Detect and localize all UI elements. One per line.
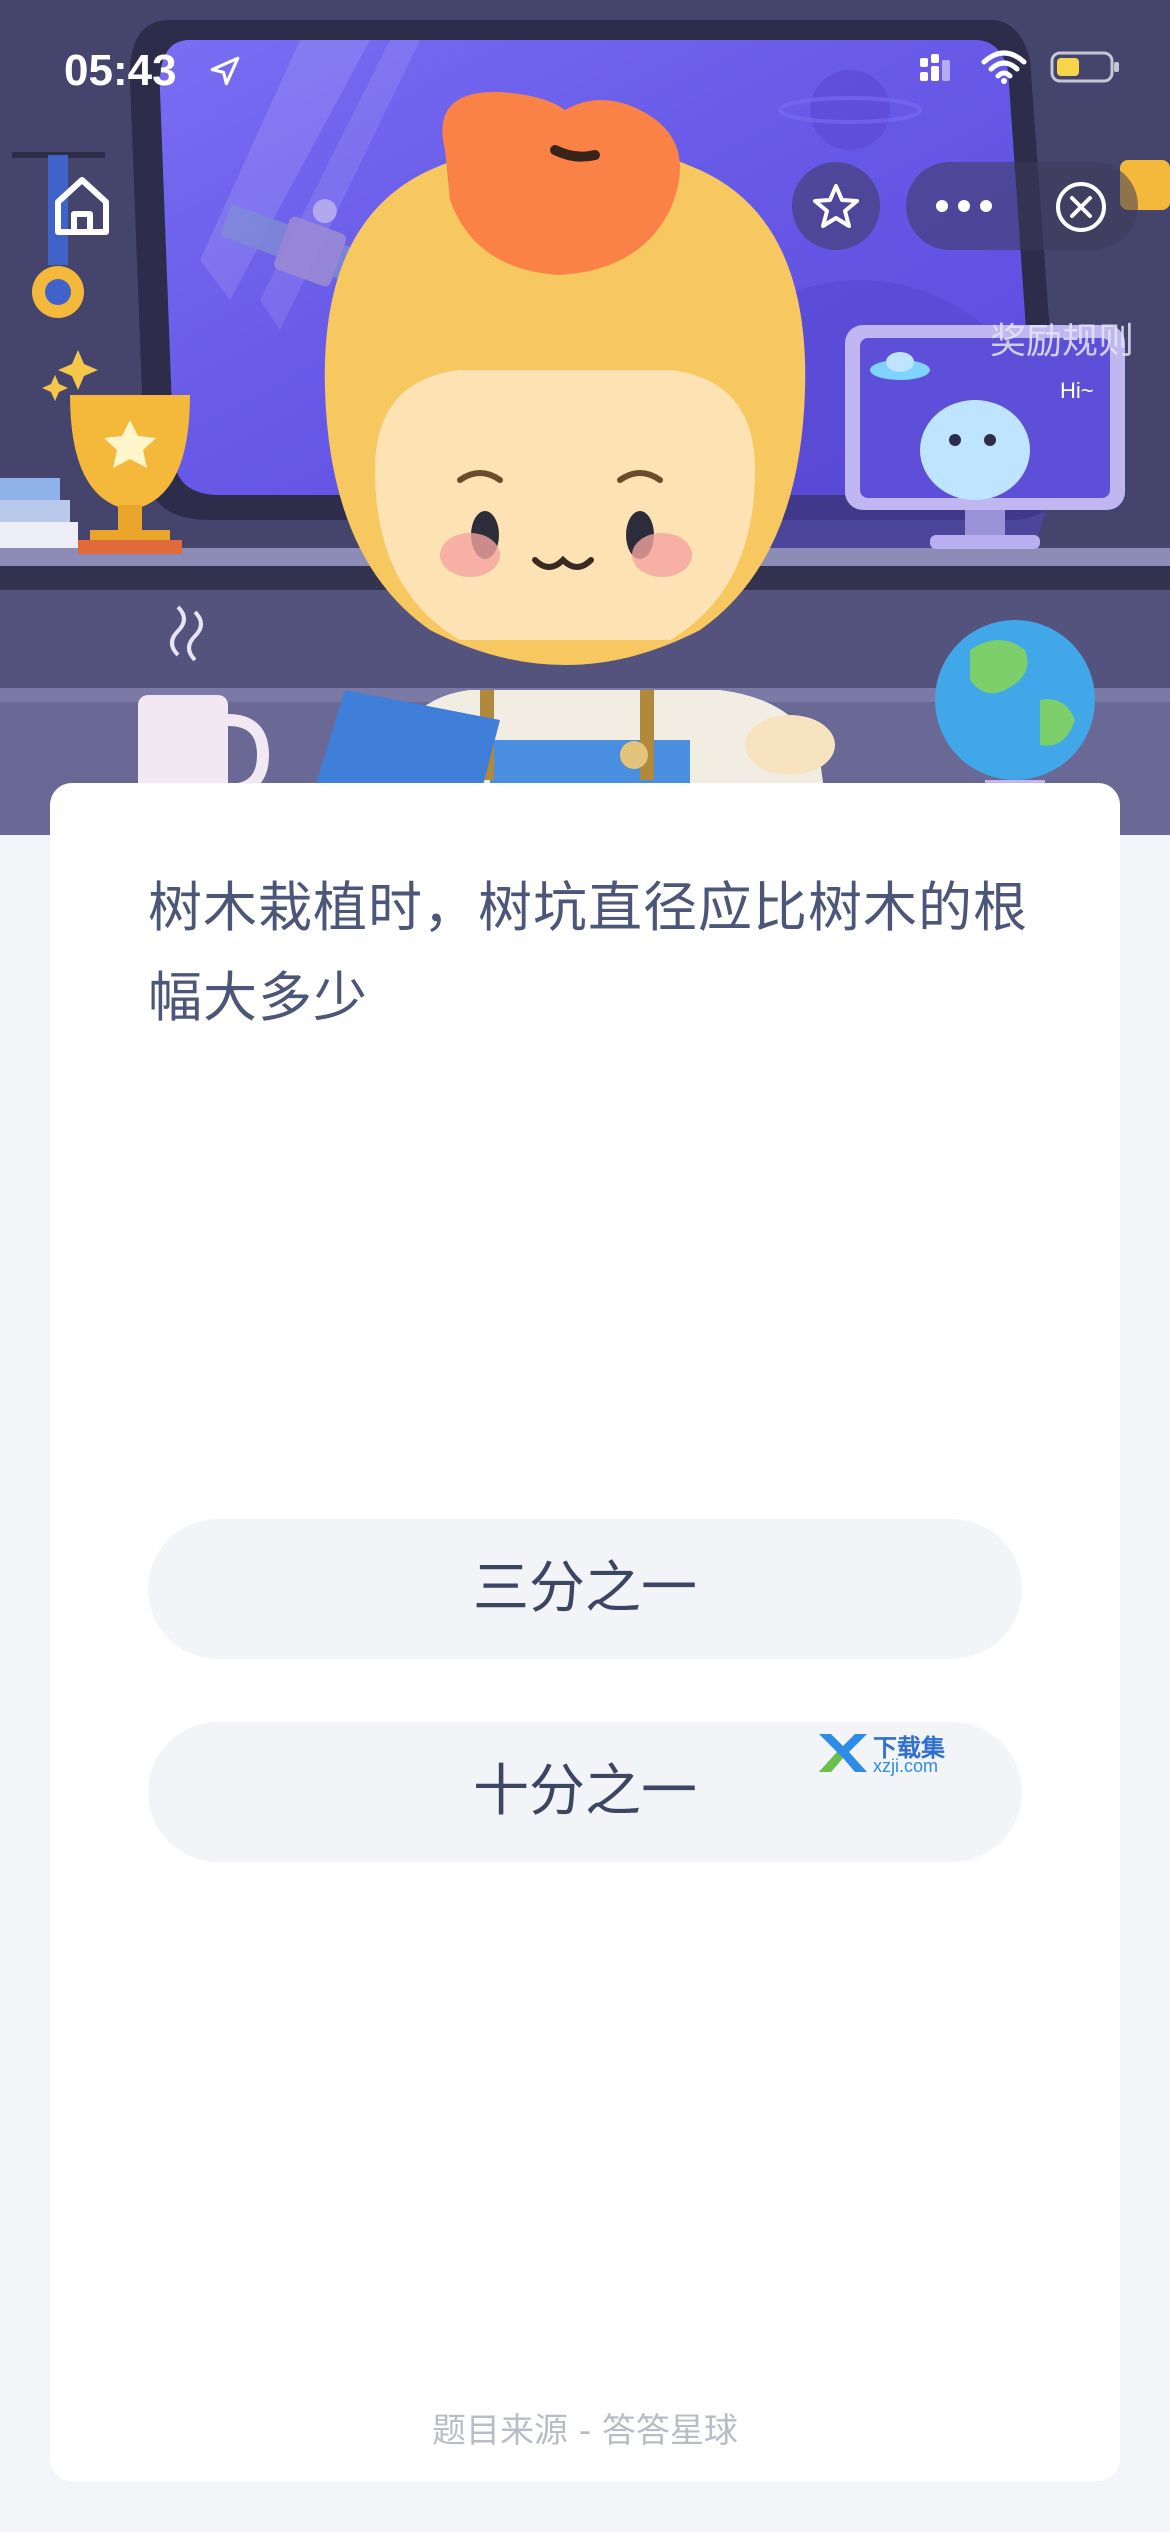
home-button[interactable]	[44, 168, 120, 244]
status-time: 05:43	[64, 46, 177, 95]
question-text: 树木栽植时，树坑直径应比树木的根幅大多少	[148, 876, 1028, 1029]
hero-illustration: Hi~ 05:43 奖励规则	[0, 0, 1170, 835]
location-arrow-icon	[208, 54, 242, 92]
status-bar: 05:43	[0, 0, 1170, 150]
svg-text:Hi~: Hi~	[1060, 378, 1094, 403]
mini-program-capsule	[906, 162, 1138, 250]
battery-icon	[1050, 50, 1122, 88]
cellular-signal-icon	[918, 52, 958, 86]
home-icon	[44, 177, 120, 248]
reward-rules-link[interactable]: 奖励规则	[990, 312, 1134, 364]
wifi-icon	[980, 50, 1028, 88]
quiz-card: 树木栽植时，树坑直径应比树木的根幅大多少 三分之一 十分之一 题目来源 - 答答…	[50, 783, 1120, 2481]
question-source: 题目来源 - 答答星球	[432, 2411, 738, 2451]
favorite-button[interactable]	[792, 162, 880, 250]
more-button[interactable]	[906, 162, 1022, 250]
answer-option-1[interactable]: 三分之一	[148, 1519, 1022, 1659]
close-button[interactable]	[1022, 162, 1138, 250]
close-circle-icon	[1054, 180, 1108, 238]
more-icon	[934, 198, 994, 218]
star-icon	[811, 181, 861, 235]
watermark: 下载集 xzji.com	[815, 1728, 955, 1782]
watermark-domain: xzji.com	[873, 1756, 939, 1776]
